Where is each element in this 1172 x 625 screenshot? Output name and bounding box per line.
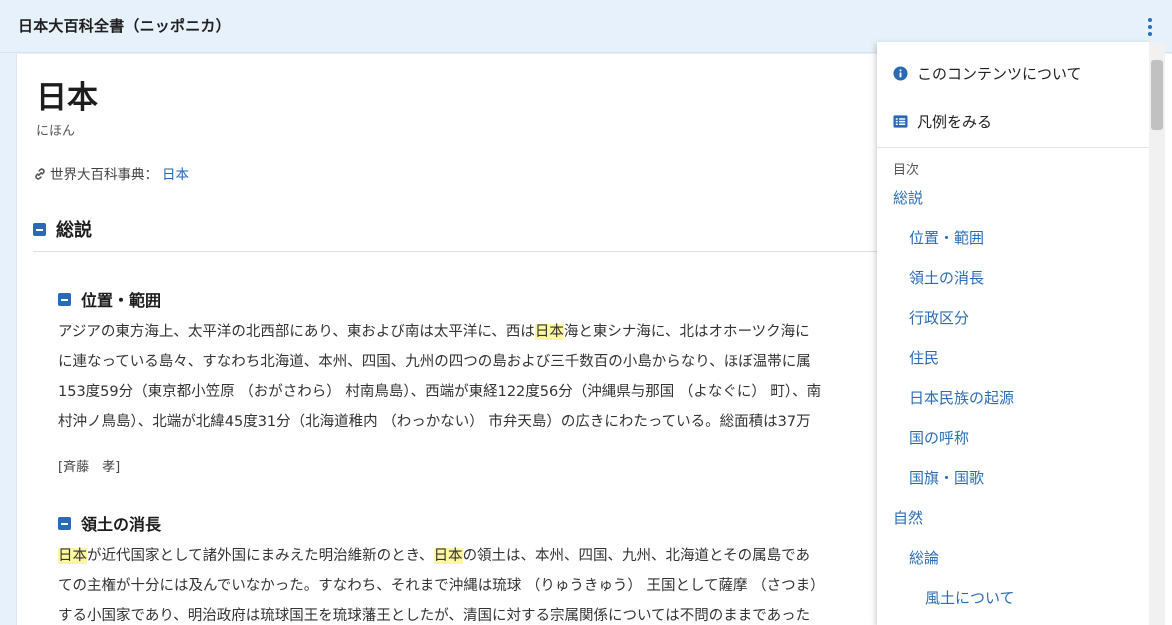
search-highlight: 日本 (534, 324, 564, 340)
reference-link[interactable]: 日本 (162, 167, 189, 183)
text-run: が近代国家として諸外国にまみえた明治維新のとき、 (87, 548, 434, 564)
collapse-subsection-minus-box-icon[interactable] (58, 293, 71, 306)
link-icon (35, 168, 45, 180)
collapse-subsection-minus-box-icon[interactable] (58, 517, 71, 530)
menu-divider (877, 147, 1149, 148)
section-title: 総説 (56, 220, 92, 241)
app-title: 日本大百科全書（ニッポニカ） (18, 17, 231, 35)
toc-item[interactable]: 自然 (893, 507, 923, 528)
text-run: 153度59分（東京都小笠原 （おがさわら） 村南鳥島）、西端が東経122度56… (58, 384, 822, 400)
text-run: アジアの東方海上、太平洋の北西部にあり、東および南は太平洋に、西は (58, 324, 535, 340)
text-run: の領土は、本州、四国、九州、北海道とその属島であ (462, 548, 810, 564)
page-title: 日本 (36, 80, 98, 116)
subsection-title: 位置・範囲 (81, 291, 162, 310)
search-highlight: 日本 (58, 548, 87, 564)
toc-label: 目次 (893, 163, 920, 178)
toc-item[interactable]: 総説 (893, 187, 923, 208)
page-reading: にほん (36, 124, 76, 139)
toc-item[interactable]: 行政区分 (909, 307, 969, 328)
search-highlight: 日本 (433, 548, 463, 564)
reference-label: 世界大百科事典： (50, 167, 158, 183)
toc-item[interactable]: 住民 (909, 347, 939, 368)
section-heading-overview: 総説 (33, 216, 92, 242)
reference-line: 世界大百科事典： 日本 (33, 163, 189, 183)
list-icon (893, 115, 908, 128)
toc-item[interactable]: 位置・範囲 (909, 227, 984, 248)
text-run: ての主権が十分には及んでいなかった。すなわち、それまで沖縄は琉球 （りゅうきゅう… (58, 578, 825, 594)
collapse-section-minus-box-icon[interactable] (33, 223, 46, 236)
text-run: する小国家であり、明治政府は琉球国王を琉球藩王としたが、清国に対する宗属関係につ… (58, 608, 811, 624)
toc-item[interactable]: 国旗・国歌 (909, 467, 984, 488)
menu-item-legend[interactable]: 凡例をみる (877, 97, 1149, 145)
subsection-heading-position: 位置・範囲 (58, 287, 161, 311)
menu-item-label: 凡例をみる (917, 113, 993, 131)
toc-item[interactable]: 日本民族の起源 (909, 387, 1014, 408)
menu-item-about[interactable]: このコンテンツについて (877, 49, 1149, 97)
info-icon (893, 66, 908, 81)
text-run: に連なっている島々、すなわち北海道、本州、四国、九州の四つの島および三千数百の小… (58, 354, 811, 370)
options-menu: このコンテンツについて 凡例をみる 目次 総説位置・範囲領土の消長行政区分住民日… (877, 42, 1149, 625)
toc-item[interactable]: 総論 (909, 547, 939, 568)
text-run: 海と東シナ海に、北はオホーツク海に (563, 324, 810, 340)
more-options-kebab-icon[interactable] (1140, 16, 1160, 38)
toc-item[interactable]: 風土について (925, 587, 1015, 608)
text-run: 村沖ノ鳥島）、北端が北緯45度31分（北海道稚内 （わっかない） 市弁天島）の広… (58, 414, 811, 430)
menu-item-label: このコンテンツについて (917, 65, 1082, 83)
menu-scrollbar-thumb[interactable] (1151, 60, 1163, 130)
subsection-title: 領土の消長 (81, 515, 162, 534)
author-credit: [斉藤 孝] (58, 460, 121, 475)
toc-item[interactable]: 国の呼称 (909, 427, 969, 448)
toc-item[interactable]: 領土の消長 (909, 267, 984, 288)
subsection-heading-territory: 領土の消長 (58, 511, 161, 535)
